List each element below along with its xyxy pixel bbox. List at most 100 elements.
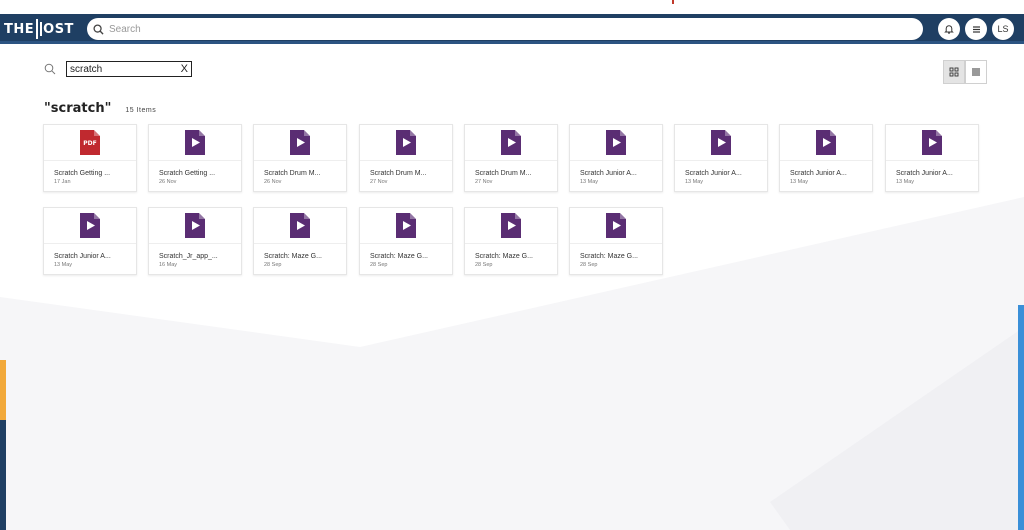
list-icon [972, 68, 980, 76]
file-card[interactable]: Scratch Junior A... 13 May [885, 124, 979, 192]
video-file-icon [290, 130, 310, 155]
file-date: 28 Sep [580, 262, 598, 268]
video-file-icon [396, 213, 416, 238]
results-header: "scratch" 15 Items [44, 101, 156, 116]
file-name: Scratch Drum M... [264, 170, 321, 177]
file-date: 28 Sep [370, 262, 388, 268]
video-file-icon [290, 213, 310, 238]
video-file-icon [501, 213, 521, 238]
filter-field[interactable]: X [66, 61, 192, 77]
file-thumbnail: PDF [44, 125, 136, 161]
global-search-bar[interactable] [87, 18, 923, 40]
file-card[interactable]: Scratch: Maze G... 28 Sep [464, 207, 558, 275]
logo-bar-short [40, 22, 43, 36]
file-card[interactable]: Scratch Junior A... 13 May [779, 124, 873, 192]
grid-view-button[interactable] [943, 60, 965, 84]
file-card[interactable]: Scratch Drum M... 27 Nov [464, 124, 558, 192]
grid-icon [949, 67, 959, 77]
file-card[interactable]: Scratch Junior A... 13 May [674, 124, 768, 192]
file-card[interactable]: Scratch_Jr_app_... 16 May [148, 207, 242, 275]
file-name: Scratch Getting ... [159, 170, 216, 177]
file-thumbnail [465, 208, 557, 244]
video-file-icon [185, 213, 205, 238]
main-content: X "scratch" 15 Items PDF Scratch Getting … [0, 47, 1024, 530]
file-date: 28 Sep [475, 262, 493, 268]
file-thumbnail [465, 125, 557, 161]
edge-accent-orange [0, 360, 6, 420]
file-card[interactable]: Scratch Junior A... 13 May [43, 207, 137, 275]
video-file-icon [501, 130, 521, 155]
pdf-file-icon: PDF [80, 130, 100, 155]
file-name: Scratch Drum M... [370, 170, 427, 177]
notifications-button[interactable] [938, 18, 960, 40]
menu-button[interactable] [965, 18, 987, 40]
video-file-icon [80, 213, 100, 238]
file-thumbnail [254, 208, 346, 244]
file-date: 26 Nov [159, 179, 177, 185]
file-name: Scratch: Maze G... [475, 253, 533, 260]
file-date: 13 May [580, 179, 599, 185]
app-logo[interactable]: THE OST [4, 19, 74, 39]
search-icon [93, 23, 104, 35]
logo-bar [36, 19, 39, 39]
file-name: Scratch: Maze G... [264, 253, 322, 260]
file-name: Scratch_Jr_app_... [159, 253, 218, 260]
file-card[interactable]: Scratch: Maze G... 28 Sep [359, 207, 453, 275]
global-search-input[interactable] [109, 23, 889, 35]
file-thumbnail [780, 125, 872, 161]
top-strip [0, 0, 1024, 14]
file-card[interactable]: Scratch: Maze G... 28 Sep [253, 207, 347, 275]
file-thumbnail [360, 125, 452, 161]
file-card[interactable]: Scratch Getting ... 26 Nov [148, 124, 242, 192]
file-name: Scratch: Maze G... [580, 253, 638, 260]
file-date: 13 May [790, 179, 809, 185]
file-date: 26 Nov [264, 179, 282, 185]
file-name: Scratch Getting ... [54, 170, 111, 177]
app-header: THE OST LS [0, 14, 1024, 44]
file-date: 27 Nov [370, 179, 388, 185]
file-date: 13 May [896, 179, 915, 185]
search-icon [44, 63, 56, 75]
logo-text-ost: OST [43, 21, 74, 37]
video-file-icon [606, 213, 626, 238]
edge-accent-blue [1018, 305, 1024, 530]
file-thumbnail [886, 125, 978, 161]
video-file-icon [816, 130, 836, 155]
file-thumbnail [149, 125, 241, 161]
file-date: 28 Sep [264, 262, 282, 268]
video-file-icon [606, 130, 626, 155]
hamburger-icon [972, 25, 980, 33]
clear-filter-button[interactable]: X [181, 62, 188, 76]
video-file-icon [396, 130, 416, 155]
file-thumbnail [254, 125, 346, 161]
file-card[interactable]: PDF Scratch Getting ... 17 Jan [43, 124, 137, 192]
user-avatar-button[interactable]: LS [992, 18, 1014, 40]
filter-input[interactable] [70, 63, 174, 75]
edge-accent-navy [0, 420, 6, 530]
video-file-icon [711, 130, 731, 155]
file-name: Scratch Junior A... [580, 170, 637, 177]
list-view-button[interactable] [965, 60, 987, 84]
video-file-icon [185, 130, 205, 155]
file-card[interactable]: Scratch: Maze G... 28 Sep [569, 207, 663, 275]
file-name: Scratch Junior A... [790, 170, 847, 177]
file-thumbnail [570, 125, 662, 161]
bell-icon [944, 25, 954, 34]
item-count: 15 Items [125, 107, 157, 114]
file-date: 13 May [54, 262, 73, 268]
pdf-icon-label: PDF [83, 140, 97, 147]
file-name: Scratch Junior A... [896, 170, 953, 177]
file-card[interactable]: Scratch Drum M... 27 Nov [359, 124, 453, 192]
file-thumbnail [675, 125, 767, 161]
file-thumbnail [44, 208, 136, 244]
logo-text-the: THE [4, 21, 35, 37]
file-date: 27 Nov [475, 179, 493, 185]
file-date: 16 May [159, 262, 178, 268]
file-card[interactable]: Scratch Junior A... 13 May [569, 124, 663, 192]
view-toggle [943, 60, 987, 84]
file-name: Scratch Junior A... [685, 170, 742, 177]
top-indicator [672, 0, 674, 4]
file-card[interactable]: Scratch Drum M... 26 Nov [253, 124, 347, 192]
file-thumbnail [149, 208, 241, 244]
file-name: Scratch Drum M... [475, 170, 532, 177]
